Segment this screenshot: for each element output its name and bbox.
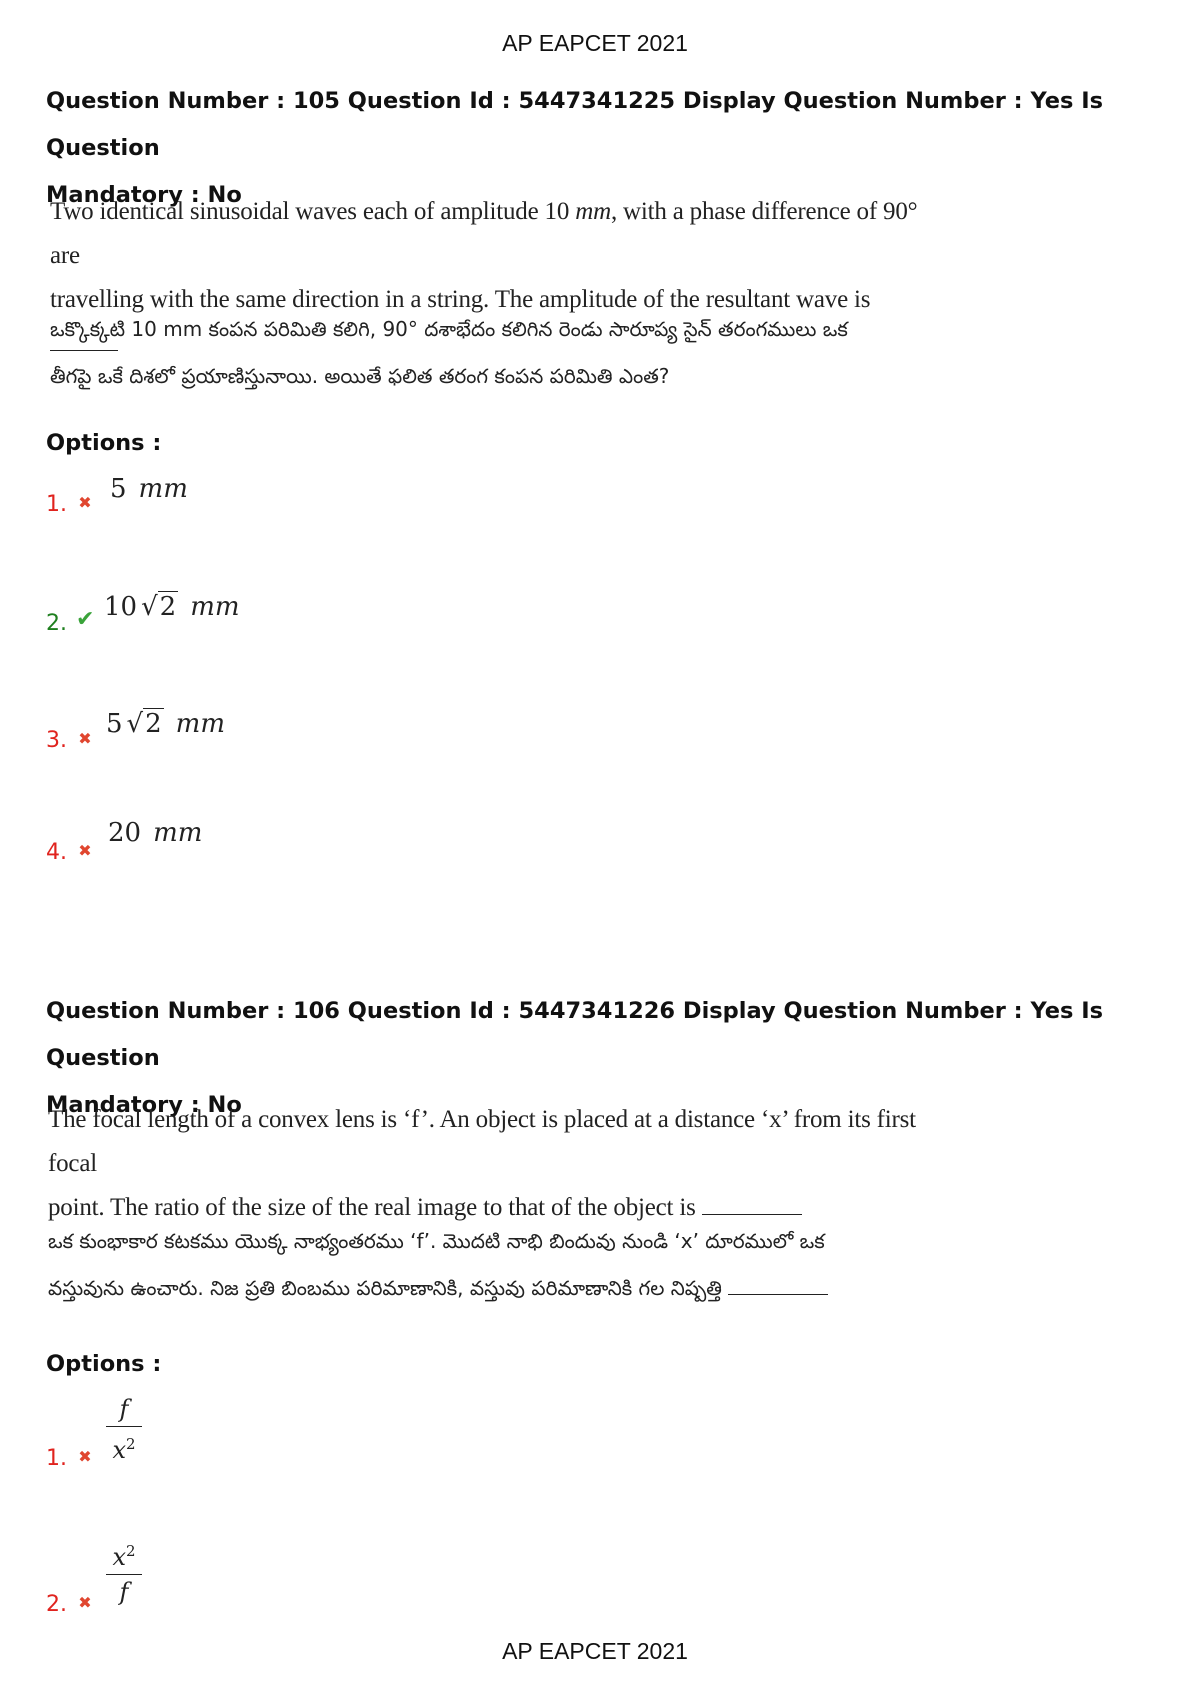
option-number: 1.	[46, 492, 67, 517]
option-number: 2.	[46, 611, 67, 636]
page-header: AP EAPCET 2021	[502, 30, 688, 56]
wrong-mark-icon: ✖	[78, 1447, 92, 1466]
answer-blank	[701, 1192, 802, 1215]
page-footer: AP EAPCET 2021	[502, 1638, 688, 1664]
option-fraction: f x2	[106, 1394, 142, 1465]
option-value: 20 mm	[108, 818, 203, 848]
option-fraction: x2 f	[106, 1536, 142, 1607]
question-text-telugu: ఒక కుంభాకార కటకము యొక్క నాభ్యంతరము ‘f’. …	[48, 1218, 928, 1312]
question-meta-line: Question Number : 106 Question Id : 5447…	[46, 998, 1103, 1071]
option-number: 3.	[46, 728, 67, 753]
options-label: Options :	[46, 430, 162, 456]
answer-blank	[728, 1272, 829, 1295]
option-number: 2.	[46, 1592, 67, 1617]
square-root: √2	[126, 708, 164, 739]
options-label: Options :	[46, 1351, 162, 1377]
option-number: 1.	[46, 1446, 67, 1471]
square-root: √2	[141, 591, 179, 622]
question-meta-line: Question Number : 105 Question Id : 5447…	[46, 88, 1103, 161]
question-text-telugu: ఒక్కొక్కటి 10 mm కంపన పరిమితి కలిగి, 90°…	[50, 317, 848, 388]
wrong-mark-icon: ✖	[78, 493, 92, 512]
option-value: 5 √2 mm	[106, 708, 225, 739]
question-text-english: The focal length of a convex lens is ‘f’…	[48, 1106, 916, 1221]
wrong-mark-icon: ✖	[78, 841, 92, 860]
correct-mark-icon: ✔	[76, 607, 95, 632]
wrong-mark-icon: ✖	[78, 1593, 92, 1612]
option-number: 4.	[46, 840, 67, 865]
wrong-mark-icon: ✖	[78, 729, 92, 748]
option-value: 10 √2 mm	[104, 591, 240, 622]
option-value: 5 mm	[110, 474, 188, 504]
